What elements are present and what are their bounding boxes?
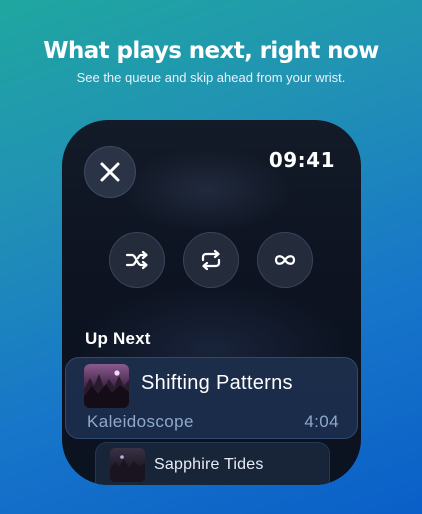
infinity-icon (274, 255, 296, 265)
shuffle-button[interactable] (109, 232, 165, 288)
album-art (84, 364, 129, 408)
watch-screen: 09:41 Up Next Shifting Patterns Kaleidos… (62, 120, 361, 485)
track-title: Shifting Patterns (141, 372, 293, 394)
close-button[interactable] (84, 146, 136, 198)
promo-headline: What plays next, right now (43, 38, 379, 64)
status-time: 09:41 (268, 148, 335, 172)
album-art (110, 448, 145, 482)
queue-item-current[interactable]: Shifting Patterns Kaleidoscope 4:04 (65, 357, 358, 439)
track-artist: Kaleidoscope (87, 412, 194, 431)
repeat-button[interactable] (183, 232, 239, 288)
promo-subline: See the queue and skip ahead from your w… (76, 70, 346, 85)
repeat-icon (201, 249, 221, 271)
shuffle-icon (125, 250, 148, 270)
close-icon (100, 162, 120, 182)
infinite-play-button[interactable] (257, 232, 313, 288)
up-next-heading: Up Next (85, 329, 151, 348)
track-title: Sapphire Tides (154, 456, 264, 473)
queue-item-next[interactable]: Sapphire Tides (95, 442, 330, 485)
track-duration: 4:04 (304, 412, 339, 431)
